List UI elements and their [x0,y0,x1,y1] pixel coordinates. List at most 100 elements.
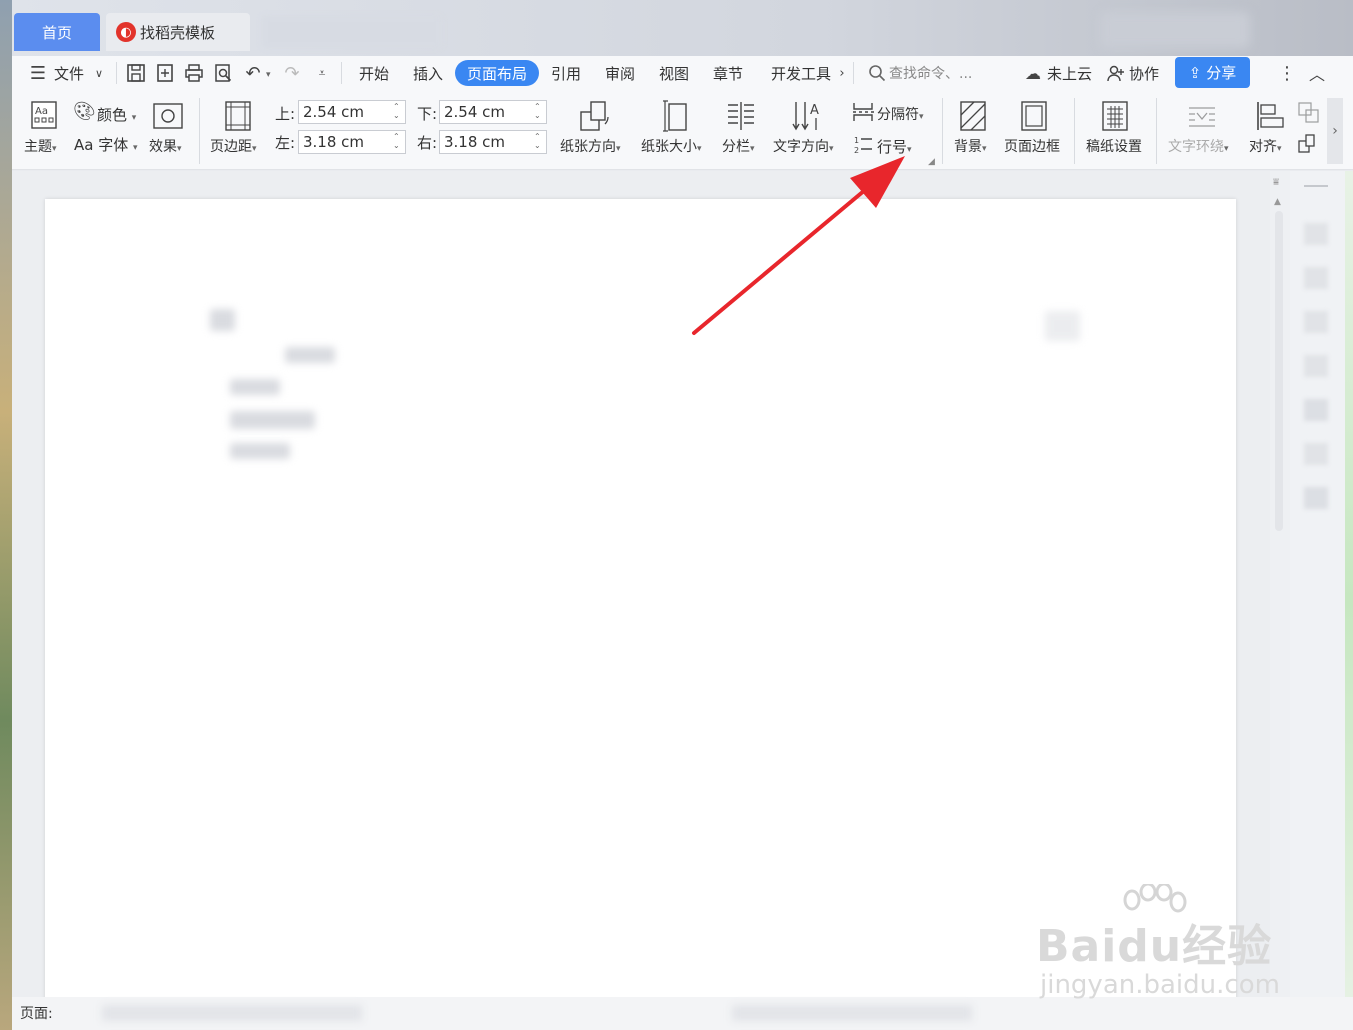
file-menu[interactable]: 文件 [54,64,84,84]
page-indicator[interactable]: 页面: [20,1003,53,1023]
share-button[interactable]: ⇪ 分享 [1175,57,1250,88]
bottom-margin-field[interactable]: 2.54 cm [439,100,547,124]
text-wrap-button[interactable]: 文字环绕▾ [1168,136,1229,156]
divider [116,62,117,84]
command-search-input[interactable]: 查找命令、... [889,64,972,84]
tab-insert[interactable]: 插入 [413,64,443,84]
theme-icon[interactable]: Aa [30,100,58,130]
margins-button[interactable]: 页边距▾ [210,136,257,156]
left-margin-field[interactable]: 3.18 cm [298,130,406,154]
annotation-arrow [692,156,905,335]
baidu-paw-logo [1118,882,1192,934]
tab-page-layout[interactable]: 页面布局 [455,60,539,86]
more-options-icon[interactable]: ⋮ [1276,62,1298,84]
align-icon[interactable] [1255,100,1285,132]
columns-icon[interactable] [725,100,757,132]
cloud-icon[interactable]: ☁ [1022,62,1044,84]
font-button[interactable]: Aa 字体 ▾ [74,134,138,155]
scroll-up-icon[interactable]: ▲ [1274,197,1281,207]
manuscript-settings-button[interactable]: 稿纸设置 [1086,136,1142,156]
chevron-down-icon[interactable]: ∨ [88,62,110,84]
customize-toolbar-icon[interactable]: ⩡ [311,62,333,84]
panel-tool-icon[interactable] [1304,443,1328,465]
tab-template[interactable]: ◐ 找稻壳模板 [106,13,250,51]
window-controls-blurred [1100,12,1250,48]
print-preview-icon[interactable] [212,62,234,84]
tab-chapter[interactable]: 章节 [713,64,743,84]
text-direction-icon[interactable]: A [790,100,824,132]
panel-tool-icon[interactable] [1304,487,1328,509]
effects-button[interactable]: 效果▾ [149,136,182,156]
left-margin-spinner[interactable]: ⌃ ⌄ [393,132,400,150]
background-button[interactable]: 背景▾ [954,136,987,156]
palette-icon[interactable]: 🎨︎ [73,101,96,122]
tab-review[interactable]: 审阅 [605,64,635,84]
cloud-status[interactable]: 未上云 [1047,64,1092,84]
share-label: 分享 [1206,64,1237,82]
right-margin-field[interactable]: 3.18 cm [439,130,547,154]
page-border-icon[interactable] [1020,100,1048,132]
page-border-button[interactable]: 页面边框 [1004,136,1060,156]
top-margin-spinner[interactable]: ⌃ ⌄ [393,102,400,120]
align-button[interactable]: 对齐▾ [1249,136,1282,156]
undo-icon[interactable]: ↶ [242,62,264,84]
share-icon: ⇪ [1188,63,1202,82]
tab-references[interactable]: 引用 [551,64,581,84]
text-wrap-icon[interactable] [1187,104,1217,130]
hamburger-menu-icon[interactable]: ☰ [27,62,49,84]
print-icon[interactable] [183,62,205,84]
blurred-content [1045,311,1080,341]
panel-tool-icon[interactable] [1304,267,1328,289]
tab-developer[interactable]: 开发工具 [771,64,831,84]
blurred-content [230,411,315,429]
collapse-ribbon-icon[interactable]: ︿ [1306,62,1328,84]
panel-tool-icon[interactable] [1304,399,1328,421]
background-icon[interactable] [958,100,988,132]
ribbon-scroll-right-icon[interactable]: › [1327,98,1343,164]
blurred-status [102,1005,362,1021]
search-icon[interactable] [866,62,888,84]
right-task-panel [1290,171,1353,1030]
scroll-thumb[interactable] [1275,211,1283,531]
paper-size-icon[interactable] [662,100,690,132]
more-tabs-icon[interactable]: › [831,62,853,84]
scroll-split-icon[interactable]: ⩸ [1273,177,1279,188]
breaks-icon[interactable] [852,102,874,122]
breaks-button[interactable]: 分隔符▾ [877,104,924,124]
orientation-icon[interactable] [578,100,612,132]
margins-icon[interactable] [224,100,252,132]
orientation-button[interactable]: 纸张方向▾ [560,136,621,156]
document-page[interactable] [45,199,1236,1030]
divider [942,98,943,164]
vertical-scrollbar[interactable]: ⩸ ▲ [1270,171,1290,1030]
collaborate-label[interactable]: 协作 [1129,64,1159,84]
panel-tool-icon[interactable] [1304,355,1328,377]
tab-view[interactable]: 视图 [659,64,689,84]
bottom-margin-spinner[interactable]: ⌃ ⌄ [534,102,541,120]
group-icon[interactable] [1297,101,1321,125]
page-setup-launcher-icon[interactable]: ◢ [928,157,935,167]
manuscript-icon[interactable] [1101,100,1129,132]
undo-dropdown-icon[interactable]: ▾ [266,70,271,80]
tab-document-blurred[interactable] [262,16,442,48]
status-bar: 页面: [12,997,1353,1030]
panel-tool-icon[interactable] [1304,223,1328,245]
save-icon[interactable] [125,62,147,84]
redo-icon[interactable]: ↷ [281,62,303,84]
right-margin-label: 右: [417,134,438,152]
blurred-content [285,347,335,363]
color-button[interactable]: 颜色 ▾ [97,104,136,125]
panel-grip-icon[interactable] [1304,185,1328,187]
top-margin-field[interactable]: 2.54 cm [298,100,406,124]
effects-icon[interactable] [153,102,183,130]
tab-start[interactable]: 开始 [359,64,389,84]
panel-tool-icon[interactable] [1304,311,1328,333]
export-pdf-icon[interactable] [154,62,176,84]
right-margin-spinner[interactable]: ⌃ ⌄ [534,132,541,150]
blurred-content [230,379,280,395]
theme-button[interactable]: 主题▾ [24,136,57,156]
blurred-status [732,1005,972,1021]
collaborate-icon[interactable] [1105,62,1127,84]
tab-home[interactable]: 首页 [14,13,100,51]
rotate-icon[interactable] [1297,132,1321,154]
